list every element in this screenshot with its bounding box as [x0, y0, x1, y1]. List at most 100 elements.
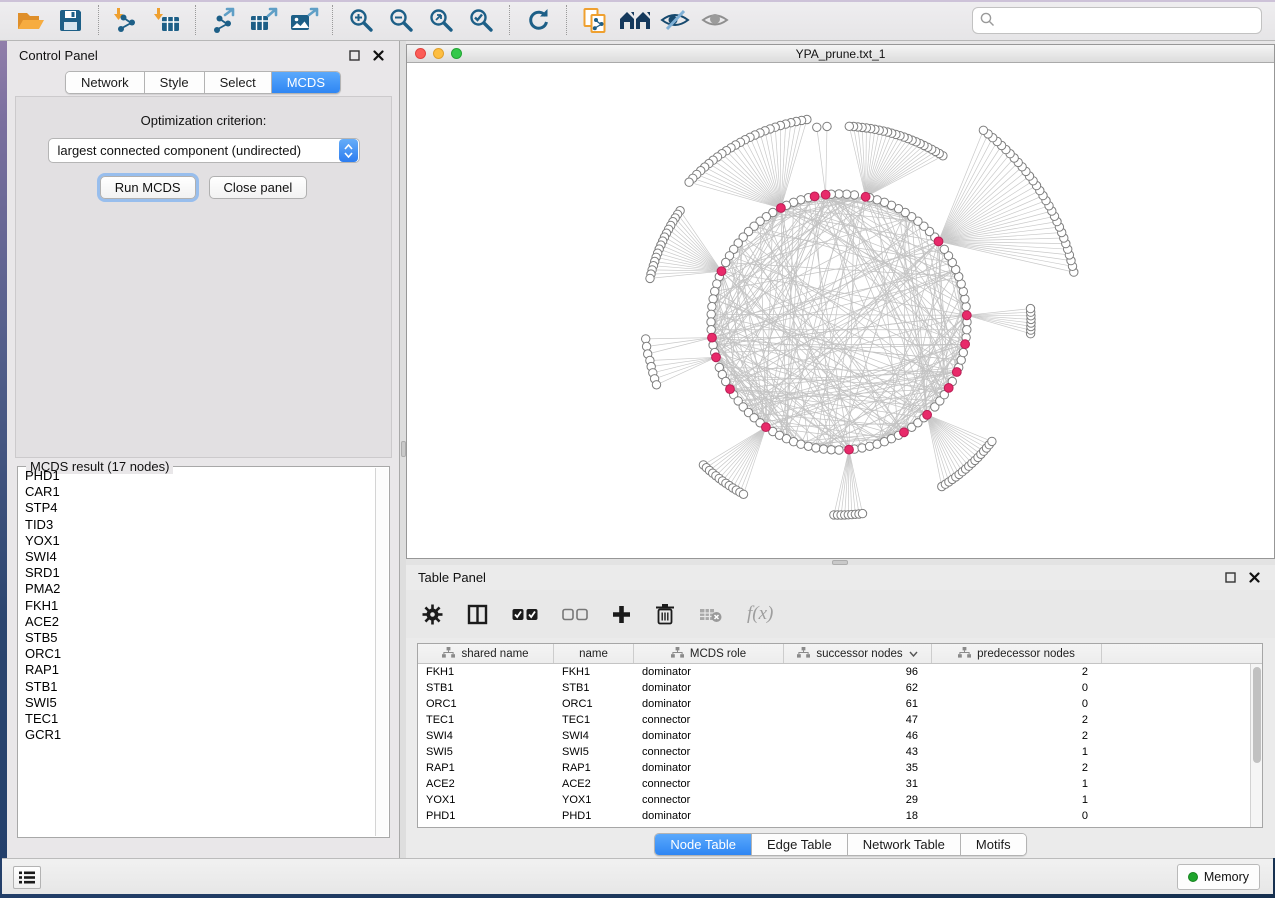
deselect-all-icon[interactable] — [562, 608, 588, 621]
table-cell[interactable]: SWI4 — [554, 730, 634, 742]
hide-selected-icon[interactable] — [655, 3, 695, 37]
table-tab-motifs[interactable]: Motifs — [961, 834, 1026, 855]
mcds-result-item[interactable]: SWI4 — [19, 549, 375, 565]
table-cell[interactable]: STB1 — [554, 682, 634, 694]
table-cell[interactable]: PHD1 — [554, 810, 634, 822]
graph-node[interactable] — [707, 326, 715, 334]
graph-leaf-node[interactable] — [858, 509, 866, 517]
columns-icon[interactable] — [467, 604, 488, 625]
graph-node[interactable] — [940, 245, 948, 253]
search-input[interactable] — [1000, 11, 1261, 31]
table-row[interactable]: ORC1ORC1dominator610 — [418, 696, 1250, 712]
task-history-button[interactable] — [13, 866, 41, 889]
table-cell[interactable]: connector — [634, 794, 784, 806]
graph-mcds-hub-node[interactable] — [861, 192, 870, 201]
graph-leaf-node[interactable] — [823, 122, 831, 130]
add-icon[interactable] — [612, 605, 631, 624]
table-cell[interactable]: ACE2 — [418, 778, 554, 790]
table-cell[interactable]: ORC1 — [418, 698, 554, 710]
graph-mcds-hub-node[interactable] — [961, 340, 970, 349]
table-cell[interactable]: RAP1 — [418, 762, 554, 774]
close-panel-button[interactable]: Close panel — [209, 176, 308, 199]
criterion-select[interactable]: largest connected component (undirected) — [48, 138, 360, 163]
table-tab-node-table[interactable]: Node Table — [655, 834, 752, 855]
graph-mcds-hub-node[interactable] — [777, 204, 786, 213]
open-session-icon[interactable] — [10, 3, 50, 37]
mcds-result-item[interactable]: PHD1 — [19, 468, 375, 484]
select-all-icon[interactable] — [512, 608, 538, 621]
mcds-result-item[interactable]: SRD1 — [19, 565, 375, 581]
mcds-result-item[interactable]: STB1 — [19, 679, 375, 695]
table-cell[interactable]: 2 — [932, 762, 1102, 774]
table-tab-network-table[interactable]: Network Table — [848, 834, 961, 855]
graph-mcds-hub-node[interactable] — [712, 353, 721, 362]
table-cell[interactable]: dominator — [634, 810, 784, 822]
table-cell[interactable]: YOX1 — [418, 794, 554, 806]
mcds-result-item[interactable]: TID3 — [19, 517, 375, 533]
graph-node[interactable] — [835, 190, 843, 198]
column-header-successor-nodes[interactable]: successor nodes — [784, 644, 932, 663]
table-row[interactable]: YOX1YOX1connector291 — [418, 792, 1250, 808]
close-panel-icon[interactable] — [369, 46, 387, 64]
table-cell[interactable]: RAP1 — [554, 762, 634, 774]
graph-node[interactable] — [709, 295, 717, 303]
table-cell[interactable]: 1 — [932, 746, 1102, 758]
table-cell[interactable]: 0 — [932, 810, 1102, 822]
graph-node[interactable] — [858, 444, 866, 452]
graph-leaf-node[interactable] — [652, 381, 660, 389]
import-network-icon[interactable] — [107, 3, 147, 37]
graph-mcds-hub-node[interactable] — [810, 192, 819, 201]
table-cell[interactable]: dominator — [634, 730, 784, 742]
mcds-result-item[interactable]: STP4 — [19, 500, 375, 516]
graph-node[interactable] — [962, 302, 970, 310]
table-cell[interactable]: 61 — [784, 698, 932, 710]
table-cell[interactable]: 47 — [784, 714, 932, 726]
table-cell[interactable]: 2 — [932, 714, 1102, 726]
graph-leaf-node[interactable] — [1026, 304, 1034, 312]
table-row[interactable]: RAP1RAP1dominator352 — [418, 760, 1250, 776]
graph-leaf-node[interactable] — [813, 123, 821, 131]
export-network-icon[interactable] — [204, 3, 244, 37]
table-cell[interactable]: 1 — [932, 778, 1102, 790]
table-cell[interactable]: YOX1 — [554, 794, 634, 806]
table-cell[interactable]: connector — [634, 746, 784, 758]
graph-node[interactable] — [708, 302, 716, 310]
network-canvas[interactable] — [407, 63, 1274, 558]
table-cell[interactable]: 18 — [784, 810, 932, 822]
table-cell[interactable]: PHD1 — [418, 810, 554, 822]
mcds-result-item[interactable]: CAR1 — [19, 484, 375, 500]
mcds-list-scrollbar[interactable] — [375, 468, 388, 836]
float-table-panel-icon[interactable] — [1221, 569, 1239, 587]
export-image-icon[interactable] — [284, 3, 324, 37]
mcds-result-item[interactable]: RAP1 — [19, 662, 375, 678]
table-cell[interactable]: SWI5 — [418, 746, 554, 758]
mcds-result-item[interactable]: PMA2 — [19, 581, 375, 597]
tab-style[interactable]: Style — [145, 72, 205, 93]
first-neighbors-icon[interactable] — [615, 3, 655, 37]
graph-node[interactable] — [804, 442, 812, 450]
delete-icon[interactable] — [655, 603, 675, 625]
graph-node[interactable] — [959, 348, 967, 356]
table-cell[interactable]: dominator — [634, 666, 784, 678]
table-scrollbar[interactable] — [1250, 664, 1262, 827]
table-row[interactable]: PHD1PHD1dominator180 — [418, 808, 1250, 824]
graph-leaf-node[interactable] — [739, 490, 747, 498]
graph-leaf-node[interactable] — [646, 274, 654, 282]
table-cell[interactable]: STB1 — [418, 682, 554, 694]
table-tab-edge-table[interactable]: Edge Table — [752, 834, 848, 855]
mcds-result-item[interactable]: STB5 — [19, 630, 375, 646]
table-cell[interactable]: ACE2 — [554, 778, 634, 790]
graph-node[interactable] — [961, 295, 969, 303]
zoom-selected-icon[interactable] — [461, 3, 501, 37]
graph-mcds-hub-node[interactable] — [762, 423, 771, 432]
gear-icon[interactable] — [422, 604, 443, 625]
graph-node[interactable] — [707, 310, 715, 318]
tab-mcds[interactable]: MCDS — [272, 72, 340, 93]
table-row[interactable]: FKH1FKH1dominator962 — [418, 664, 1250, 680]
graph-mcds-hub-node[interactable] — [944, 384, 953, 393]
table-cell[interactable]: 1 — [932, 794, 1102, 806]
table-cell[interactable]: dominator — [634, 682, 784, 694]
table-cell[interactable]: ORC1 — [554, 698, 634, 710]
table-cell[interactable]: TEC1 — [554, 714, 634, 726]
zoom-fit-icon[interactable] — [421, 3, 461, 37]
